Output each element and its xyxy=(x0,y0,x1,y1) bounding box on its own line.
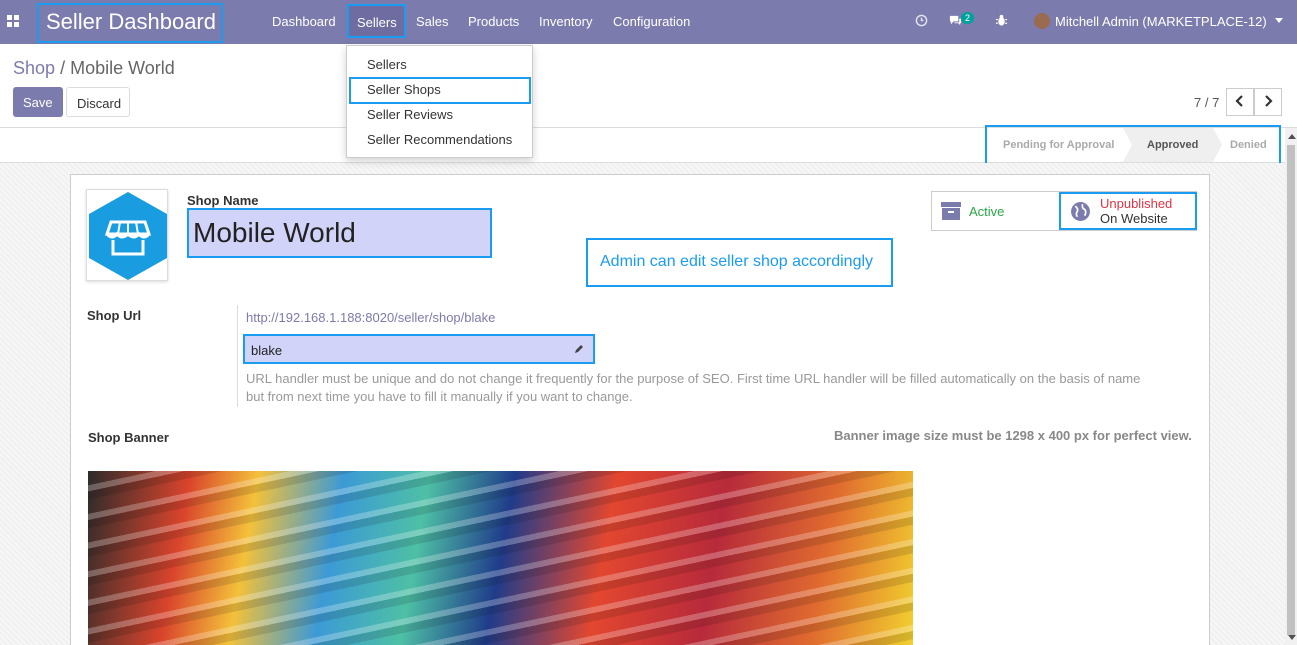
dropdown-item-seller-recommendations[interactable]: Seller Recommendations xyxy=(367,132,512,147)
annotation-note: Admin can edit seller shop accordingly xyxy=(586,238,893,287)
menu-dashboard[interactable]: Dashboard xyxy=(272,14,336,29)
archive-icon[interactable] xyxy=(941,201,961,221)
apps-icon[interactable] xyxy=(7,15,19,27)
shop-banner-image[interactable] xyxy=(88,471,913,645)
pager-prev-button[interactable] xyxy=(1226,88,1254,116)
shop-url-link[interactable]: http://192.168.1.188:8020/seller/shop/bl… xyxy=(246,310,495,325)
url-handler-value: blake xyxy=(251,343,283,358)
banner-pattern xyxy=(88,471,913,645)
globe-icon xyxy=(1071,202,1090,221)
dropdown-item-seller-shops[interactable]: Seller Shops xyxy=(367,82,441,97)
shop-name-label: Shop Name xyxy=(187,193,259,208)
chat-badge: 2 xyxy=(961,12,975,24)
url-help-text: URL handler must be unique and do not ch… xyxy=(246,371,1141,404)
shop-name-input[interactable]: Mobile World xyxy=(187,208,492,258)
dropdown-item-seller-reviews[interactable]: Seller Reviews xyxy=(367,107,453,122)
breadcrumb-separator: / xyxy=(60,58,66,78)
save-button[interactable]: Save xyxy=(13,87,63,117)
url-handler-input[interactable]: blake xyxy=(243,334,595,364)
scroll-down-icon[interactable] xyxy=(1288,635,1296,640)
clock-icon[interactable] xyxy=(915,14,928,27)
user-caret-icon[interactable] xyxy=(1275,18,1283,23)
breadcrumb-parent[interactable]: Shop xyxy=(13,58,55,78)
pager-value[interactable]: 7 / 7 xyxy=(1194,95,1219,110)
status-highlight xyxy=(985,125,1281,165)
breadcrumb-current: Mobile World xyxy=(70,58,175,78)
active-toggle[interactable]: Active xyxy=(969,204,1004,219)
chevron-left-icon xyxy=(1235,95,1243,107)
discard-button[interactable]: Discard xyxy=(66,87,130,117)
pencil-icon[interactable] xyxy=(573,343,585,355)
app-brand[interactable]: Seller Dashboard xyxy=(37,3,223,43)
scroll-up-icon[interactable] xyxy=(1288,134,1296,139)
bug-icon[interactable] xyxy=(995,14,1008,27)
shop-banner-label: Shop Banner xyxy=(88,430,169,445)
shop-url-label: Shop Url xyxy=(87,308,142,323)
menu-products[interactable]: Products xyxy=(468,14,519,29)
banner-size-note: Banner image size must be 1298 x 400 px … xyxy=(834,428,1192,443)
menu-sales[interactable]: Sales xyxy=(416,14,449,29)
breadcrumb: Shop / Mobile World xyxy=(13,58,175,79)
menu-inventory[interactable]: Inventory xyxy=(539,14,592,29)
menu-configuration[interactable]: Configuration xyxy=(613,14,690,29)
on-website-label: On Website xyxy=(1100,211,1168,226)
sellers-dropdown: Sellers Seller Shops Seller Reviews Sell… xyxy=(346,45,533,158)
user-menu[interactable]: Mitchell Admin (MARKETPLACE-12) xyxy=(1055,14,1267,29)
url-divider xyxy=(237,305,238,407)
unpublished-label: Unpublished xyxy=(1100,196,1173,211)
pager-next-button[interactable] xyxy=(1254,88,1282,116)
shop-logo[interactable] xyxy=(86,189,168,281)
scrollbar-thumb[interactable] xyxy=(1287,145,1295,635)
menu-sellers[interactable]: Sellers xyxy=(347,4,406,38)
top-navbar: Seller Dashboard Dashboard Sellers Sales… xyxy=(0,0,1297,44)
dropdown-item-sellers[interactable]: Sellers xyxy=(367,57,407,72)
shop-icon xyxy=(89,192,167,280)
chevron-right-icon xyxy=(1265,95,1273,107)
avatar[interactable] xyxy=(1034,13,1050,29)
